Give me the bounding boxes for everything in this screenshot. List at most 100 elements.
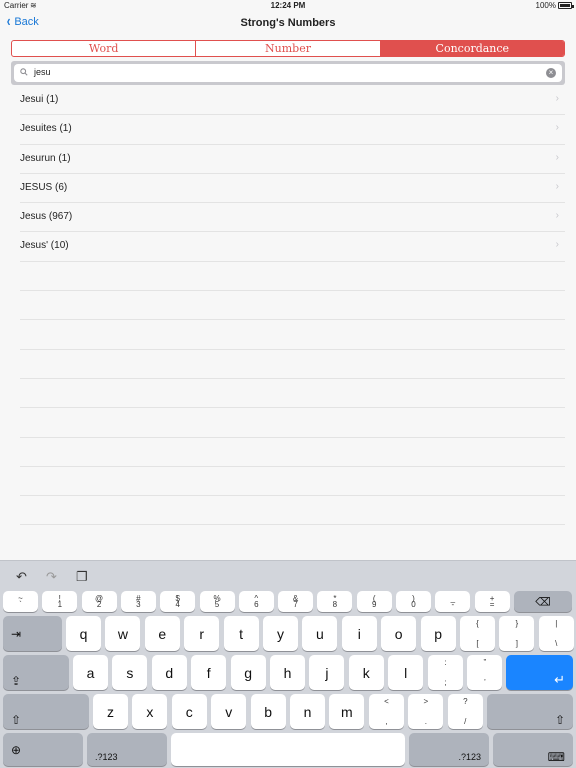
key-12[interactable]: + =	[474, 591, 510, 612]
key-shift-label: <	[384, 697, 389, 706]
key-label: ,	[385, 717, 388, 726]
key-label: h	[283, 664, 292, 681]
key-6[interactable]: ^ 6	[238, 591, 274, 612]
key-label: x	[146, 703, 154, 720]
key-w[interactable]: w	[105, 616, 141, 651]
key-s[interactable]: s	[112, 655, 148, 690]
key-k[interactable]: k	[348, 655, 384, 690]
key-7[interactable]: & 7	[278, 591, 314, 612]
key-i[interactable]: i	[341, 616, 377, 651]
key-l[interactable]: l	[388, 655, 424, 690]
key-symbol[interactable]: {[	[460, 616, 495, 651]
key-symbol[interactable]: }]	[499, 616, 535, 651]
list-item[interactable]: Jesurun (1) ›	[20, 145, 565, 174]
page-title: Strong's Numbers	[240, 17, 336, 29]
clear-icon[interactable]: ×	[546, 68, 556, 78]
list-item-label: Jesus (967)	[20, 211, 73, 223]
key-symbol[interactable]: ? /	[447, 694, 483, 729]
key-y[interactable]: y	[263, 616, 298, 651]
search-input[interactable]: jesu ×	[14, 64, 562, 82]
tab-icon: ⇥	[11, 626, 22, 641]
shift-left-key[interactable]: ⇧	[3, 694, 89, 729]
mode-key-left[interactable]: .?123	[87, 733, 167, 766]
key-label: 1	[57, 600, 63, 609]
key-11[interactable]: _ -	[435, 591, 471, 612]
key-label: m	[341, 703, 353, 720]
key-shift-label: |	[555, 619, 558, 628]
key-m[interactable]: m	[329, 694, 365, 729]
key-10[interactable]: ) 0	[396, 591, 431, 612]
list-item[interactable]: Jesui (1) ›	[20, 86, 565, 116]
key-v[interactable]: v	[211, 694, 247, 729]
key-3[interactable]: #3	[120, 591, 156, 612]
empty-row	[20, 291, 565, 321]
key-label: t	[239, 625, 244, 642]
paste-icon[interactable]: ❐	[76, 569, 88, 585]
key-label: =	[489, 600, 495, 609]
list-item[interactable]: Jesus (967) ›	[20, 203, 565, 233]
space-key[interactable]	[171, 733, 405, 766]
key-symbol[interactable]: | \	[538, 616, 574, 651]
globe-key[interactable]: ⊕	[3, 733, 83, 766]
key-q[interactable]: q	[66, 616, 101, 651]
key-p[interactable]: p	[420, 616, 456, 651]
key-label: [	[476, 639, 479, 648]
shift-right-key[interactable]: ⇧	[487, 694, 573, 729]
key-label: ’	[484, 678, 486, 687]
chevron-right-icon: ›	[555, 210, 559, 222]
key-b[interactable]: b	[250, 694, 286, 729]
keyboard-icon: ⌨	[547, 750, 565, 764]
empty-row	[20, 467, 565, 497]
key-g[interactable]: g	[230, 655, 266, 690]
tab-word[interactable]: Word	[12, 41, 195, 56]
key-f[interactable]: f	[191, 655, 227, 690]
key-h[interactable]: h	[270, 655, 305, 690]
key-r[interactable]: r	[184, 616, 220, 651]
search-bar: jesu ×	[11, 61, 565, 85]
delete-key[interactable]: ⌫	[514, 591, 572, 612]
list-item[interactable]: JESUS (6) ›	[20, 174, 565, 204]
key-1[interactable]: ! 1	[42, 591, 78, 612]
caps-lock-key[interactable]: ⇪	[3, 655, 69, 690]
key-e[interactable]: e	[144, 616, 180, 651]
battery-icon	[558, 2, 574, 9]
key-8[interactable]: * 8	[317, 591, 353, 612]
key-u[interactable]: u	[302, 616, 338, 651]
tab-key[interactable]: ⇥	[3, 616, 62, 651]
key-symbol[interactable]: :;	[428, 655, 463, 690]
key-label: a	[86, 664, 95, 681]
key-d[interactable]: d	[151, 655, 187, 690]
key-5[interactable]: % 5	[199, 591, 235, 612]
tab-number[interactable]: Number	[195, 41, 379, 56]
key-9[interactable]: (9	[356, 591, 392, 612]
key-o[interactable]: o	[381, 616, 417, 651]
key-j[interactable]: j	[309, 655, 345, 690]
empty-row	[20, 408, 565, 438]
mode-key-right[interactable]: .?123	[409, 733, 489, 766]
key-x[interactable]: x	[132, 694, 168, 729]
key-symbol[interactable]: ”’	[467, 655, 503, 690]
key-label: f	[206, 664, 211, 681]
key-n[interactable]: n	[290, 694, 325, 729]
key-label: z	[107, 703, 114, 720]
hide-keyboard-key[interactable]: ⌨	[493, 733, 573, 766]
key-c[interactable]: c	[171, 694, 207, 729]
key-a[interactable]: a	[73, 655, 108, 690]
redo-icon[interactable]: ↷	[46, 569, 57, 585]
key-label: 2	[96, 600, 102, 609]
return-key[interactable]: ↵	[506, 655, 573, 690]
key-label: e	[158, 625, 167, 642]
mode-key-label: .?123	[458, 752, 481, 762]
key-t[interactable]: t	[223, 616, 259, 651]
undo-icon[interactable]: ↶	[16, 569, 27, 585]
key-0[interactable]: ~ `	[3, 591, 38, 612]
key-4[interactable]: $4	[160, 591, 196, 612]
empty-row	[20, 262, 565, 292]
tab-concordance[interactable]: Concordance	[379, 41, 564, 56]
key-symbol[interactable]: <,	[369, 694, 404, 729]
list-item[interactable]: Jesuites (1) ›	[20, 115, 565, 145]
key-symbol[interactable]: >.	[408, 694, 444, 729]
list-item[interactable]: Jesus' (10) ›	[20, 232, 565, 262]
key-2[interactable]: @2	[81, 591, 117, 612]
key-z[interactable]: z	[93, 694, 128, 729]
